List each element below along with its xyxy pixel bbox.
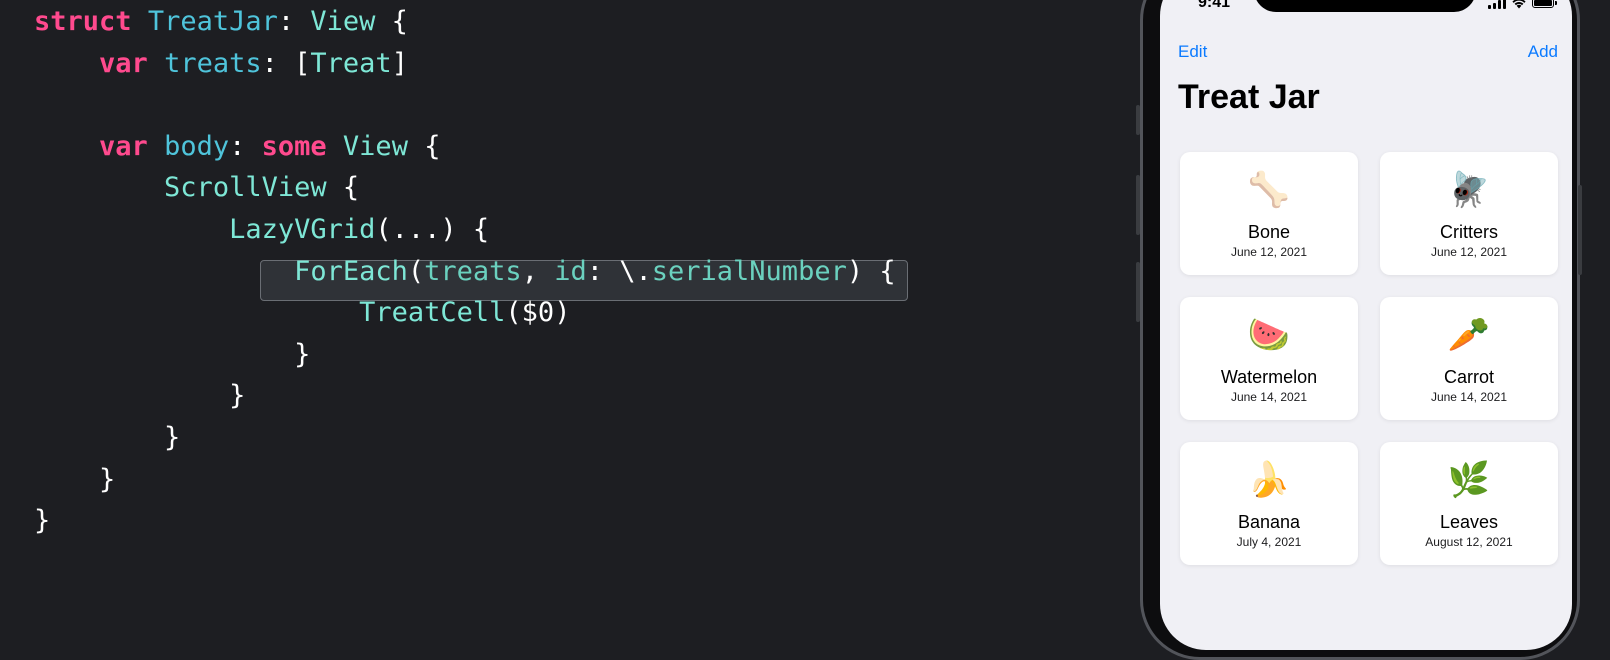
code-token: { <box>326 172 360 204</box>
code-token: : \. <box>586 255 652 287</box>
treat-date: June 12, 2021 <box>1430 245 1508 259</box>
battery-icon <box>1532 0 1557 8</box>
code-line: var treats: [Treat] <box>34 43 408 85</box>
code-token: : <box>229 130 262 162</box>
treat-name: Carrot <box>1443 367 1494 387</box>
code-token: var <box>99 130 148 162</box>
code-token: Treat <box>310 47 392 79</box>
code-line: } <box>34 375 245 417</box>
wifi-icon <box>1512 0 1526 9</box>
page-title: Treat Jar <box>1178 78 1320 116</box>
code-line: var body: some View { <box>34 126 440 168</box>
code-token: ($0) <box>505 297 571 329</box>
code-token: serialNumber <box>651 255 847 287</box>
edit-button[interactable]: Edit <box>1178 42 1207 62</box>
banana-icon: 🍌 <box>1247 460 1291 500</box>
status-time: 9:41 <box>1198 0 1231 11</box>
treat-date: June 14, 2021 <box>1430 390 1508 404</box>
code-line: } <box>34 417 180 459</box>
treat-cell[interactable]: 🦴 Bone June 12, 2021 <box>1180 152 1358 275</box>
treat-name: Watermelon <box>1220 367 1318 387</box>
code-token: View <box>342 130 408 162</box>
signal-icon <box>1488 0 1506 9</box>
carrot-icon: 🥕 <box>1447 315 1491 355</box>
treat-name: Leaves <box>1439 512 1499 532</box>
code-token: treats <box>164 47 262 79</box>
code-token: { <box>375 6 408 37</box>
code-token: var <box>99 47 148 79</box>
code-token: some <box>261 130 327 162</box>
code-line: } <box>34 334 310 376</box>
code-token: ] <box>391 47 408 79</box>
code-token: ( <box>407 255 425 287</box>
code-token: LazyVGrid <box>229 214 376 245</box>
power-button <box>1578 185 1582 275</box>
code-token: body <box>164 130 230 162</box>
code-line: ScrollView { <box>34 167 359 209</box>
code-token: } <box>34 463 116 495</box>
treat-name: Bone <box>1247 222 1291 242</box>
code-token: TreatJar <box>147 6 278 37</box>
code-token: : [ <box>261 47 311 79</box>
phone-screen: 9:41 Edit Add Treat Jar 🦴 Bone June 12, … <box>1160 0 1572 650</box>
treat-date: August 12, 2021 <box>1425 535 1513 549</box>
treat-cell[interactable]: 🪰 Critters June 12, 2021 <box>1380 152 1558 275</box>
treat-cell[interactable]: 🍌 Banana July 4, 2021 <box>1180 442 1358 565</box>
code-line: ForEach(treats, id: \.serialNumber) { <box>34 251 896 293</box>
code-token: id <box>554 255 587 287</box>
volume-up-button <box>1136 175 1140 235</box>
code-editor: struct TreatJar: View { var treats: [Tre… <box>0 0 1100 579</box>
status-icons <box>1488 0 1557 9</box>
code-token: : <box>277 6 311 37</box>
code-token: , <box>521 255 555 287</box>
treat-cell[interactable]: 🍉 Watermelon June 14, 2021 <box>1180 297 1358 420</box>
code-token: } <box>34 422 181 453</box>
code-token: { <box>407 130 441 162</box>
code-token: View <box>310 6 376 37</box>
code-token: treats <box>424 255 522 287</box>
leaves-icon: 🌿 <box>1447 460 1491 500</box>
treat-date: June 14, 2021 <box>1230 390 1308 404</box>
treat-name: Banana <box>1237 512 1301 532</box>
fly-icon: 🪰 <box>1447 170 1491 210</box>
code-token: struct <box>34 6 132 37</box>
code-token: } <box>34 380 246 412</box>
code-token: } <box>34 505 51 537</box>
code-token: ScrollView <box>164 172 327 204</box>
code-token: (...) { <box>375 214 490 245</box>
treat-cell[interactable]: 🥕 Carrot June 14, 2021 <box>1380 297 1558 420</box>
code-token: TreatCell <box>359 297 506 329</box>
treat-date: July 4, 2021 <box>1236 535 1302 549</box>
treat-grid: 🦴 Bone June 12, 2021 🪰 Critters June 12,… <box>1180 152 1558 565</box>
treat-date: June 12, 2021 <box>1230 245 1308 259</box>
code-token: ) { <box>846 255 896 287</box>
volume-down-button <box>1136 262 1140 322</box>
add-button[interactable]: Add <box>1528 42 1558 62</box>
code-line: TreatCell($0) <box>34 292 570 334</box>
notch <box>1254 0 1476 12</box>
treat-cell[interactable]: 🌿 Leaves August 12, 2021 <box>1380 442 1558 565</box>
treat-name: Critters <box>1440 222 1498 242</box>
watermelon-icon: 🍉 <box>1247 315 1291 355</box>
code-line: } <box>34 500 50 542</box>
bone-icon: 🦴 <box>1247 170 1291 210</box>
code-line: LazyVGrid(...) { <box>34 209 489 251</box>
code-line: struct TreatJar: View { <box>34 1 408 43</box>
code-token: ForEach <box>294 255 408 287</box>
silent-switch <box>1136 105 1140 135</box>
code-line: } <box>34 459 115 501</box>
code-token: } <box>34 338 311 370</box>
